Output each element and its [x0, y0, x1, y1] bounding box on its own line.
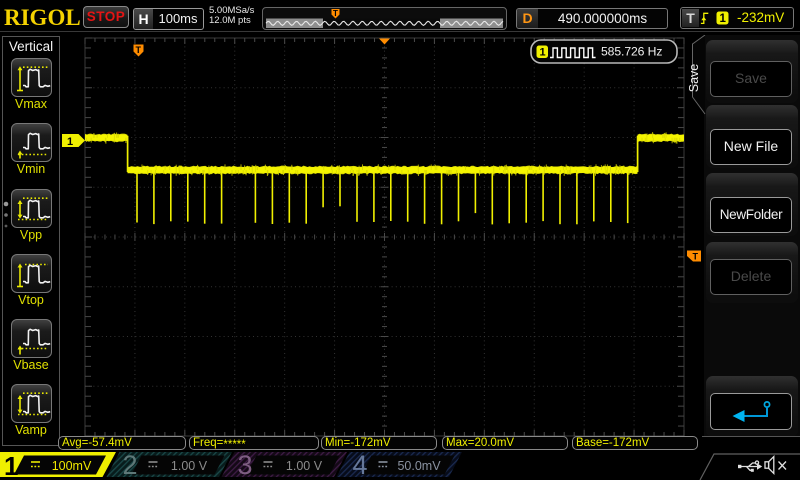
svg-text:50.0mV: 50.0mV: [397, 459, 441, 473]
svg-text:1.00 V: 1.00 V: [171, 459, 208, 473]
svg-text:2: 2: [123, 450, 138, 480]
svg-text:1.00 V: 1.00 V: [286, 459, 323, 473]
svg-text:100mV: 100mV: [52, 459, 92, 473]
svg-text:1: 1: [4, 451, 18, 480]
svg-text:4: 4: [353, 450, 368, 480]
svg-text:3: 3: [238, 450, 253, 480]
